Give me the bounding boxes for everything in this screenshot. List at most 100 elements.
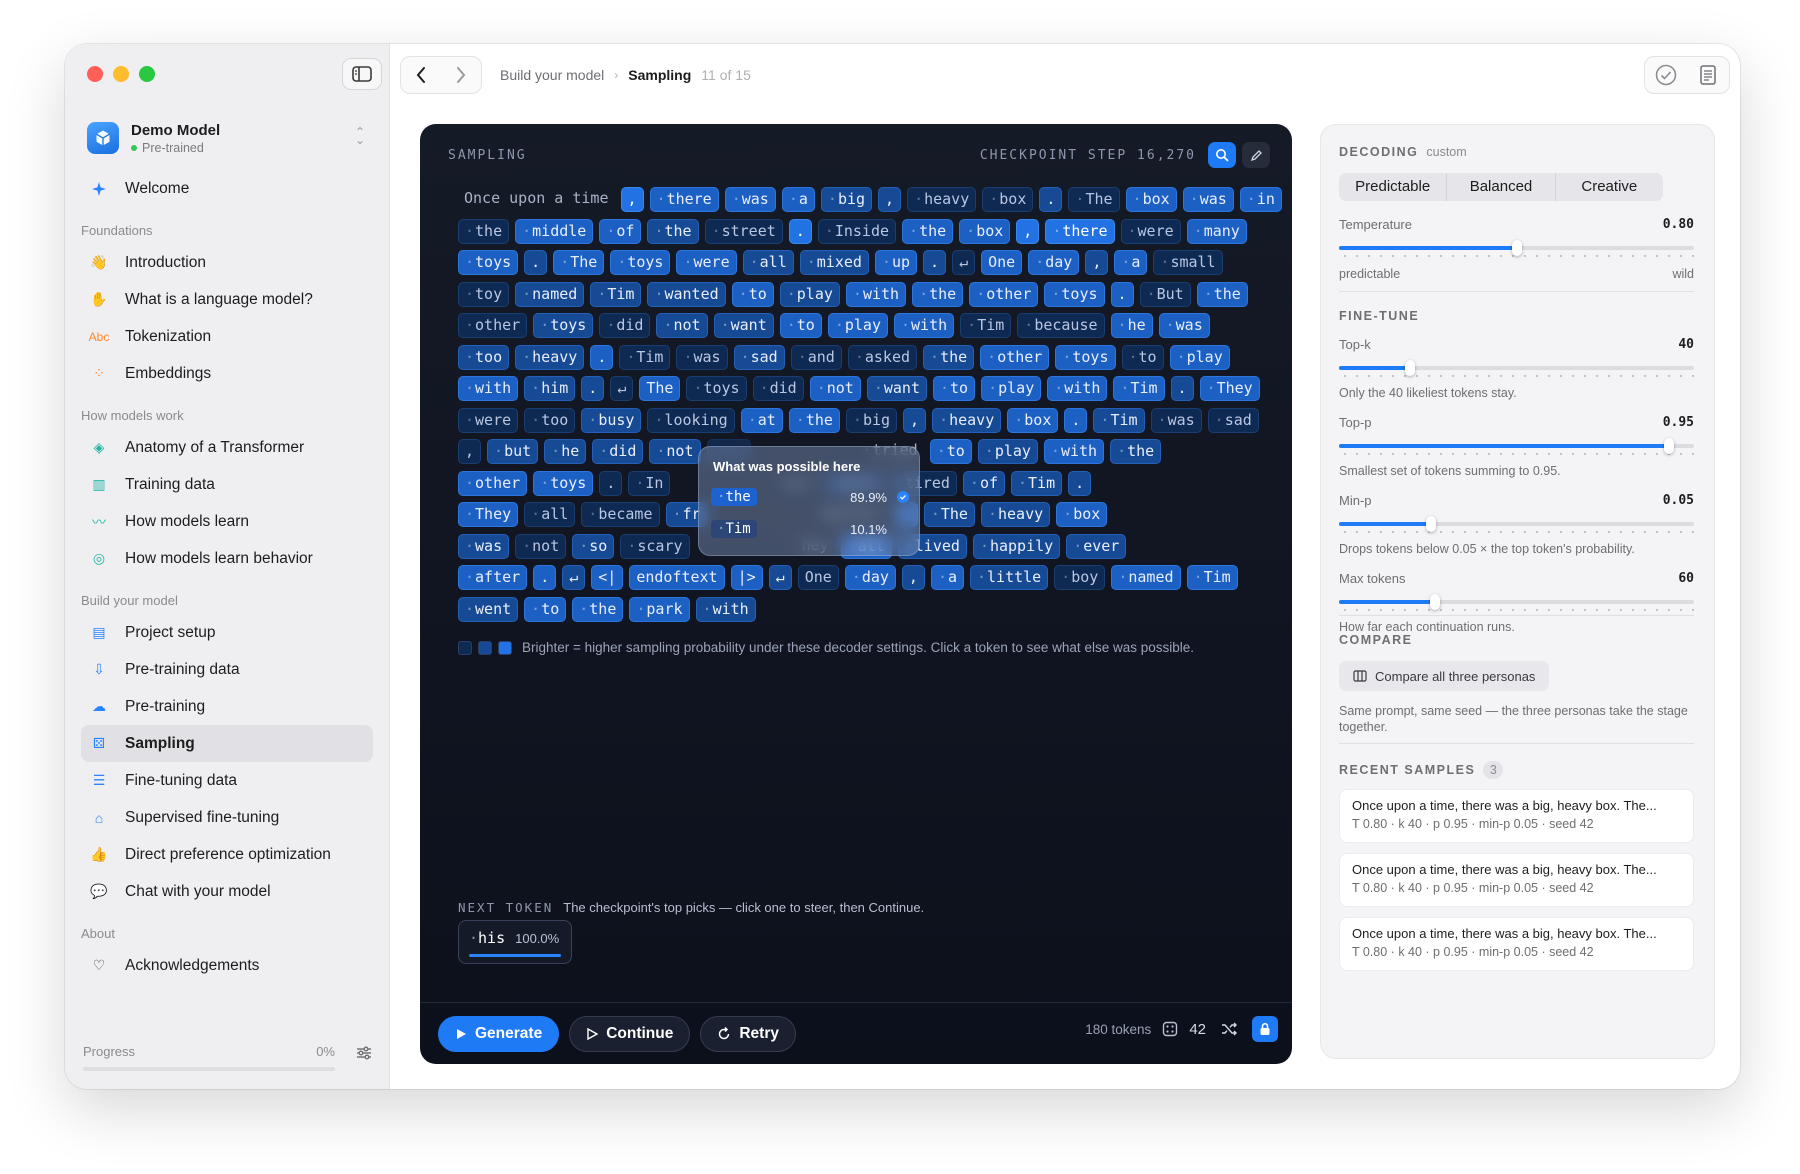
token-chip[interactable]: ·Inside	[817, 218, 897, 244]
token-chip[interactable]: ↵	[562, 565, 586, 591]
token-chip[interactable]: ·the	[902, 218, 954, 244]
token-chip[interactable]: ·other	[969, 281, 1039, 307]
token-chip[interactable]: ·mixed	[799, 250, 869, 276]
token-chip[interactable]: ·asked	[847, 344, 918, 370]
token-chip[interactable]: ·there	[1045, 218, 1115, 244]
sidebar-item-pre-training-data[interactable]: ⇩ Pre-training data	[81, 651, 373, 688]
token-chip[interactable]: ·boy	[1054, 565, 1106, 591]
notes-button[interactable]	[1687, 57, 1729, 93]
sidebar-item-acknowledgements[interactable]: ♡ Acknowledgements	[81, 947, 373, 984]
token-chip[interactable]: ·looking	[647, 407, 735, 433]
token-chip[interactable]: ·with	[458, 376, 519, 402]
token-chip[interactable]: ·box	[982, 187, 1034, 213]
generate-button[interactable]: Generate	[438, 1015, 560, 1052]
token-chip[interactable]: ↵	[952, 250, 976, 276]
token-chip[interactable]: ·too	[524, 407, 576, 433]
token-chip[interactable]: ·with	[1047, 376, 1108, 402]
token-chip[interactable]: ·But	[1139, 281, 1191, 307]
sidebar-item-welcome[interactable]: Welcome	[81, 170, 373, 207]
slider-knob[interactable]	[1664, 438, 1675, 454]
token-chip[interactable]: ·sad	[1207, 407, 1259, 433]
token-chip[interactable]: ·was	[458, 533, 510, 559]
token-chip[interactable]: ·want	[866, 376, 927, 402]
token-chip[interactable]: ·with	[1043, 439, 1105, 465]
token-chip[interactable]: ·the	[1196, 281, 1248, 307]
token-chip[interactable]: ·Tim	[1186, 565, 1238, 591]
token-chip[interactable]: .	[590, 344, 614, 370]
token-chip[interactable]: ·big	[820, 187, 873, 213]
token-chip[interactable]: ·park	[629, 596, 690, 622]
sidebar-item-introduction[interactable]: 👋 Introduction	[81, 244, 373, 281]
token-chip[interactable]: ·the	[572, 596, 624, 622]
recent-sample-card[interactable]: Once upon a time, there was a big, heavy…	[1339, 789, 1694, 843]
continue-button[interactable]: Continue	[569, 1015, 691, 1052]
slider-knob[interactable]	[1426, 516, 1437, 532]
token-chip[interactable]: ·The	[553, 250, 605, 276]
token-chip[interactable]: Once upon a time	[458, 187, 615, 212]
token-chip[interactable]: ·to	[731, 281, 774, 307]
token-chip[interactable]: ·The	[923, 502, 975, 528]
token-chip[interactable]: ·heavy	[515, 344, 585, 370]
token-chip[interactable]: ·was	[676, 344, 728, 370]
token-chip[interactable]: <|	[591, 565, 624, 591]
token-chip[interactable]: ·busy	[581, 407, 642, 433]
token-chip[interactable]: ·Tim	[619, 344, 671, 370]
token-chip[interactable]: ·the	[788, 407, 840, 433]
token-chip[interactable]: ·to	[1121, 344, 1164, 370]
token-chip[interactable]: ·box	[959, 218, 1011, 244]
token-chip[interactable]: ·play	[977, 439, 1038, 465]
token-chip[interactable]: ,	[1085, 250, 1109, 276]
retry-button[interactable]: Retry	[700, 1015, 796, 1052]
token-chip[interactable]: ·not	[809, 376, 861, 402]
token-chip[interactable]: ·and	[790, 344, 842, 370]
token-chip[interactable]: ·want	[713, 313, 774, 339]
token-chip[interactable]: ·were	[1120, 218, 1181, 244]
token-chip[interactable]: ·a	[930, 565, 964, 591]
token-chip[interactable]: ·of	[962, 470, 1005, 496]
alternative-option[interactable]: ·the 89.9%	[711, 485, 909, 509]
sidebar-item-anatomy-of-a-transformer[interactable]: ◈ Anatomy of a Transformer	[81, 429, 373, 466]
token-chip[interactable]: ,	[620, 187, 644, 213]
token-chip[interactable]: ·toys	[686, 376, 747, 402]
token-chip[interactable]: .	[1039, 187, 1063, 213]
token-chip[interactable]: ·They	[458, 502, 519, 528]
token-chip[interactable]: ↵	[610, 376, 634, 402]
token-chip[interactable]: ·street	[704, 218, 783, 244]
token-chip[interactable]: ·with	[894, 313, 955, 339]
token-chip[interactable]: ·toys	[1055, 344, 1116, 370]
token-chip[interactable]: .	[788, 218, 812, 244]
token-chip[interactable]: ·were	[458, 407, 519, 433]
token-chip[interactable]: .	[581, 376, 605, 402]
token-chip[interactable]: ,	[1016, 218, 1040, 244]
sidebar-item-pre-training[interactable]: ☁ Pre-training	[81, 688, 373, 725]
token-chip[interactable]: ·happily	[972, 533, 1061, 559]
param-slider[interactable]	[1339, 594, 1694, 610]
token-chip[interactable]: ·of	[599, 218, 642, 244]
param-slider[interactable]	[1339, 438, 1694, 454]
token-chip[interactable]: ·was	[1158, 313, 1210, 339]
token-chip[interactable]: ·play	[1169, 344, 1230, 370]
mark-complete-button[interactable]	[1645, 57, 1687, 93]
sidebar-item-tokenization[interactable]: Abc Tokenization	[81, 318, 373, 355]
token-chip[interactable]: ·all	[524, 502, 576, 528]
token-chip[interactable]: ·box	[1125, 187, 1177, 213]
token-chip[interactable]: ·named	[1111, 565, 1181, 591]
token-chip[interactable]: ·sad	[733, 344, 785, 370]
token-chip[interactable]: ·did	[599, 313, 651, 339]
token-chip[interactable]: ·named	[515, 281, 585, 307]
token-chip[interactable]: ·was	[1150, 407, 1202, 433]
sidebar-item-embeddings[interactable]: ⁘ Embeddings	[81, 355, 373, 392]
sidebar-item-supervised-fine-tuning[interactable]: ⌂ Supervised fine-tuning	[81, 799, 373, 836]
token-chip[interactable]: ·with	[845, 281, 907, 307]
token-chip[interactable]: ·box	[1056, 502, 1108, 528]
sliders-icon[interactable]	[355, 1044, 373, 1067]
token-chip[interactable]: ·play	[779, 281, 840, 307]
sidebar-item-fine-tuning-data[interactable]: ☰ Fine-tuning data	[81, 762, 373, 799]
edit-prompt-button[interactable]	[1242, 142, 1270, 168]
token-chip[interactable]: ·The	[1068, 187, 1120, 213]
token-chip[interactable]: ·because	[1017, 313, 1105, 339]
token-chip[interactable]: ·many	[1186, 218, 1247, 244]
token-chip[interactable]: ·toys	[1044, 281, 1105, 307]
token-chip[interactable]: ·the	[458, 218, 510, 244]
sidebar-item-project-setup[interactable]: ▤ Project setup	[81, 614, 373, 651]
